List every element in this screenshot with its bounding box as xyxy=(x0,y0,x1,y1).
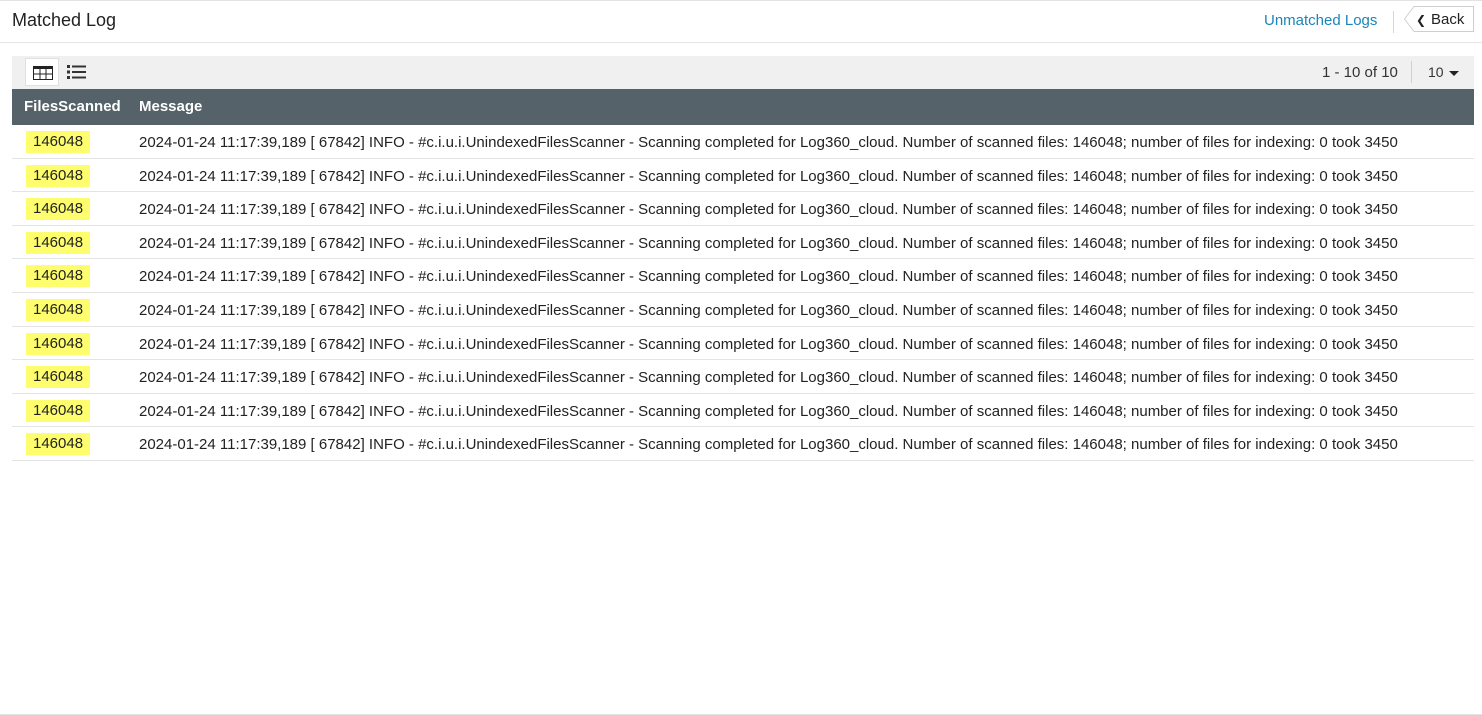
log-message: 2024-01-24 11:17:39,189 [ 67842] INFO - … xyxy=(139,268,1398,286)
caret-down-icon[interactable] xyxy=(1449,71,1459,76)
files-scanned-value: 146048 xyxy=(26,298,91,321)
log-message: 2024-01-24 11:17:39,189 [ 67842] INFO - … xyxy=(139,167,1398,185)
unmatched-logs-link[interactable]: Unmatched Logs xyxy=(1264,12,1377,29)
chevron-left-icon: ❮ xyxy=(1416,13,1427,27)
table-row[interactable]: 146048 2024-01-24 11:17:39,189 [ 67842] I… xyxy=(12,159,1474,193)
table-row[interactable]: 146048 2024-01-24 11:17:39,189 [ 67842] I… xyxy=(12,293,1474,327)
matched-log-page: Matched Log Unmatched Logs ❮ Back 1 - 10… xyxy=(0,0,1482,715)
page-header: Matched Log Unmatched Logs ❮ Back xyxy=(0,1,1482,43)
table-row[interactable]: 146048 2024-01-24 11:17:39,189 [ 67842] I… xyxy=(12,327,1474,361)
table-row[interactable]: 146048 2024-01-24 11:17:39,189 [ 67842] I… xyxy=(12,427,1474,461)
table-row[interactable]: 146048 2024-01-24 11:17:39,189 [ 67842] I… xyxy=(12,226,1474,260)
files-scanned-value: 146048 xyxy=(26,399,91,422)
pagination-range: 1 - 10 of 10 xyxy=(1322,64,1398,81)
pager-divider xyxy=(1411,61,1412,83)
log-message: 2024-01-24 11:17:39,189 [ 67842] INFO - … xyxy=(139,335,1398,353)
log-message: 2024-01-24 11:17:39,189 [ 67842] INFO - … xyxy=(139,369,1398,387)
log-message: 2024-01-24 11:17:39,189 [ 67842] INFO - … xyxy=(139,436,1398,454)
back-label: Back xyxy=(1431,11,1465,28)
page-title: Matched Log xyxy=(12,10,117,30)
list-view-button[interactable] xyxy=(60,58,94,86)
log-message: 2024-01-24 11:17:39,189 [ 67842] INFO - … xyxy=(139,402,1398,420)
table-body: 146048 2024-01-24 11:17:39,189 [ 67842] I… xyxy=(12,125,1474,461)
table-row[interactable]: 146048 2024-01-24 11:17:39,189 [ 67842] I… xyxy=(12,259,1474,293)
table-row[interactable]: 146048 2024-01-24 11:17:39,189 [ 67842] I… xyxy=(12,360,1474,394)
column-header-filesscanned[interactable]: FilesScanned xyxy=(24,98,121,115)
log-message: 2024-01-24 11:17:39,189 [ 67842] INFO - … xyxy=(139,201,1398,219)
files-scanned-value: 146048 xyxy=(26,366,91,389)
files-scanned-value: 146048 xyxy=(26,332,91,355)
table-row[interactable]: 146048 2024-01-24 11:17:39,189 [ 67842] I… xyxy=(12,125,1474,159)
files-scanned-value: 146048 xyxy=(26,231,91,254)
log-message: 2024-01-24 11:17:39,189 [ 67842] INFO - … xyxy=(139,301,1398,319)
list-view-icon xyxy=(67,65,86,79)
table-row[interactable]: 146048 2024-01-24 11:17:39,189 [ 67842] I… xyxy=(12,394,1474,428)
table-row[interactable]: 146048 2024-01-24 11:17:39,189 [ 67842] I… xyxy=(12,192,1474,226)
files-scanned-value: 146048 xyxy=(26,198,91,221)
files-scanned-value: 146048 xyxy=(26,265,91,288)
table-view-icon xyxy=(33,66,53,80)
files-scanned-value: 146048 xyxy=(26,131,91,153)
files-scanned-value: 146048 xyxy=(26,164,91,187)
table-header: FilesScanned Message xyxy=(12,89,1474,125)
page-size-select[interactable]: 10 xyxy=(1428,64,1444,80)
column-header-message[interactable]: Message xyxy=(139,98,202,115)
table-toolbar: 1 - 10 of 10 10 xyxy=(12,56,1474,89)
table-view-button[interactable] xyxy=(25,58,59,86)
matched-log-table: FilesScanned Message 146048 2024-01-24 11… xyxy=(12,89,1474,461)
back-button[interactable]: ❮ Back xyxy=(1404,6,1474,32)
files-scanned-value: 146048 xyxy=(26,433,91,456)
log-message: 2024-01-24 11:17:39,189 [ 67842] INFO - … xyxy=(139,234,1398,252)
header-divider xyxy=(1393,11,1394,33)
log-message: 2024-01-24 11:17:39,189 [ 67842] INFO - … xyxy=(139,134,1398,151)
